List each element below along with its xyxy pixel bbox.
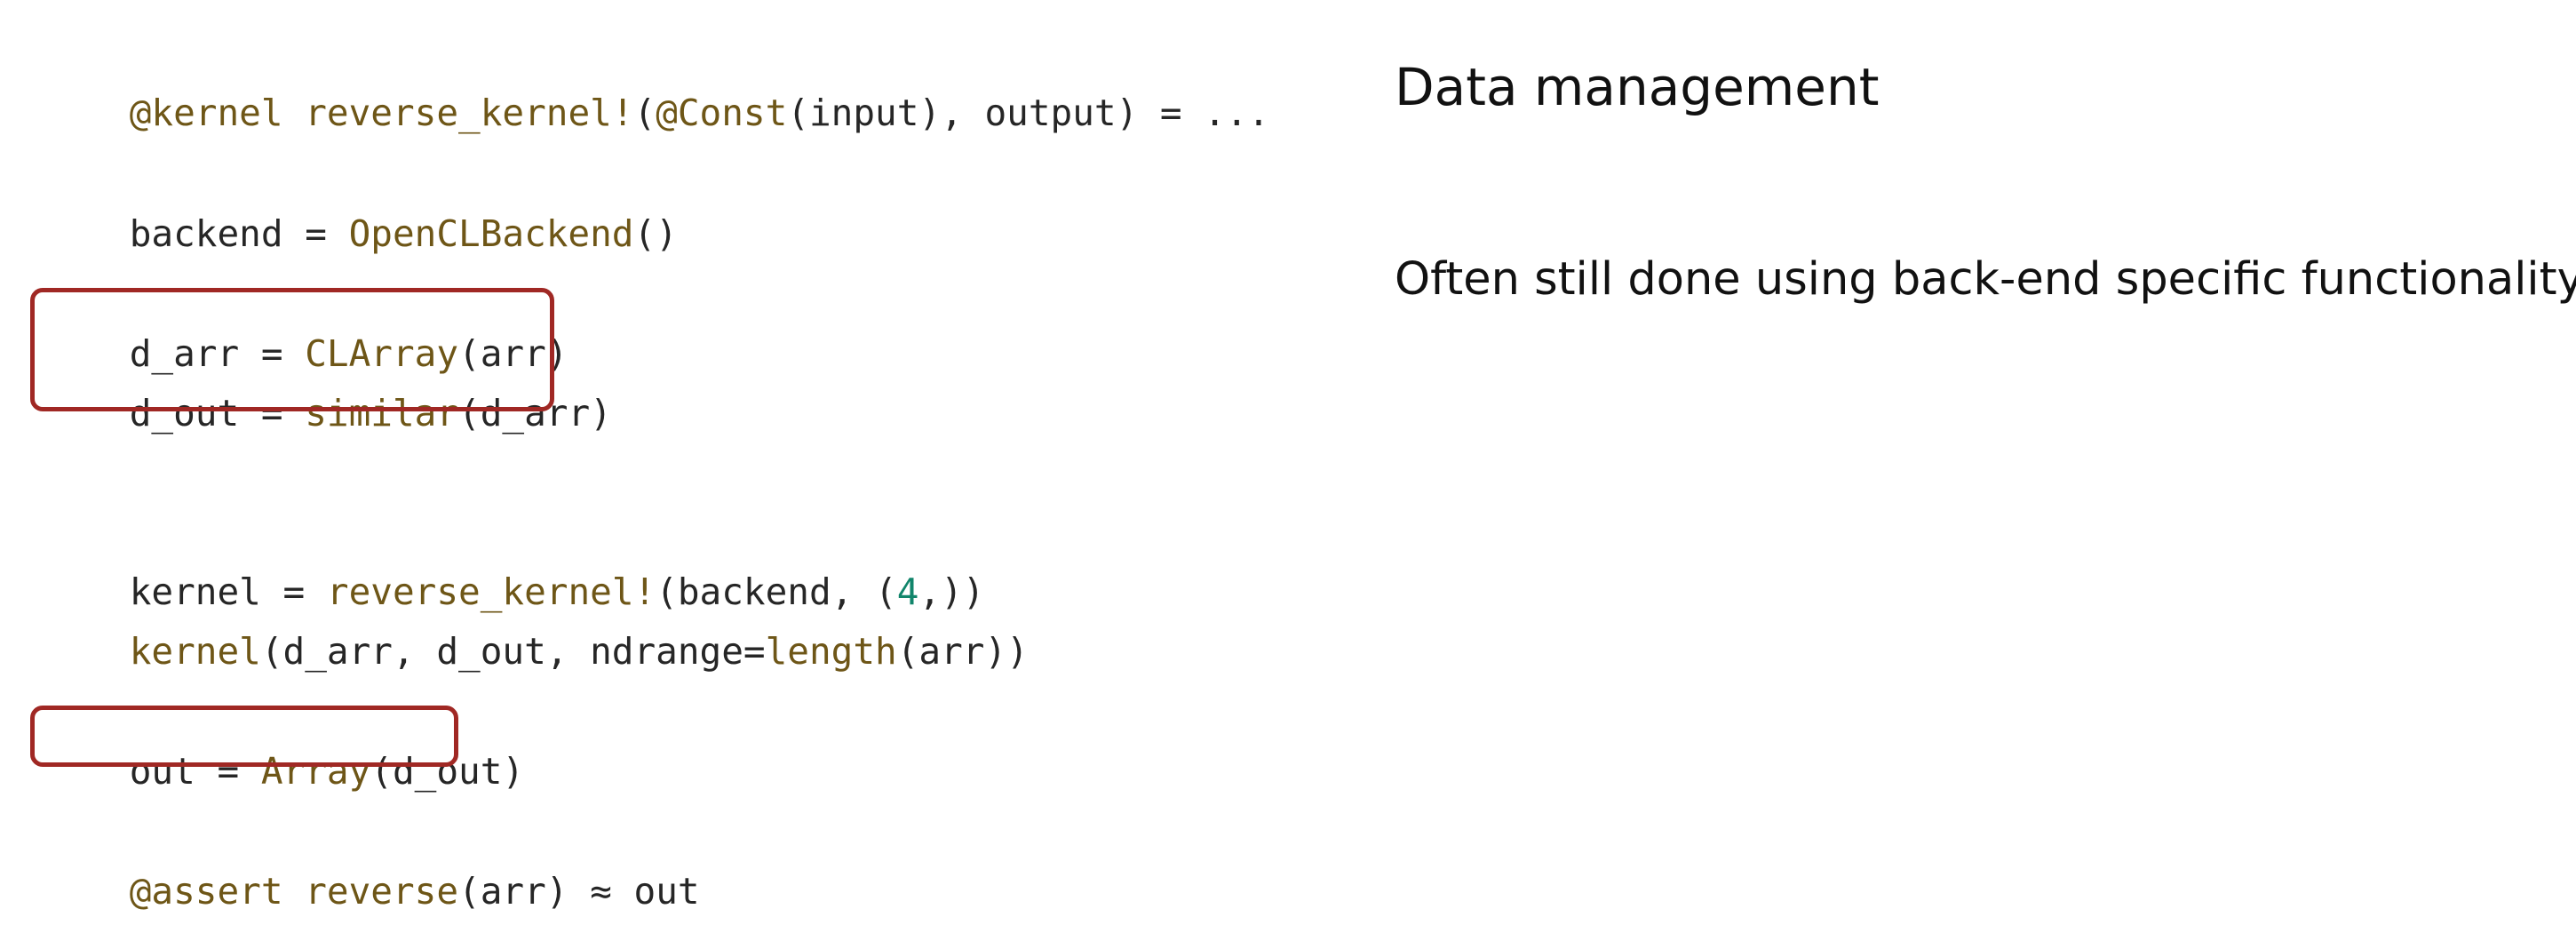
- macro-kernel: @kernel: [129, 92, 283, 134]
- macro-assert: @assert: [129, 870, 283, 913]
- code-line-kernel-definition: @kernel reverse_kernel!(@Const(input), o…: [129, 92, 1270, 134]
- function-length: length: [765, 630, 897, 673]
- slide-paragraph: Often still done using back-end specific…: [1395, 253, 2576, 306]
- slide-heading: Data management: [1395, 57, 1880, 117]
- code-line-backend: backend = OpenCLBackend(): [129, 212, 678, 255]
- function-reverse-kernel: reverse_kernel!: [305, 92, 634, 134]
- function-kernel: kernel: [129, 630, 261, 673]
- code-line-kernel-call: kernel(d_arr, d_out, ndrange=length(arr)…: [129, 630, 1029, 673]
- function-reverse: reverse: [305, 870, 459, 913]
- highlight-box-copy-back: [30, 706, 458, 767]
- highlight-box-allocation: [30, 288, 554, 411]
- function-opencl-backend: OpenCLBackend: [348, 212, 634, 255]
- macro-const: @Const: [656, 92, 788, 134]
